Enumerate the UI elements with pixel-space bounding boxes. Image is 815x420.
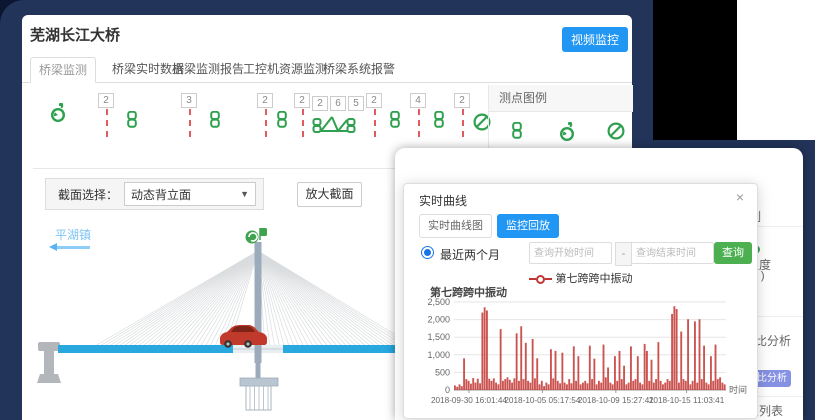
blackout-region [653,0,737,140]
dialog-tab-playback[interactable]: 监控回放 [497,214,559,238]
legend-icons [489,112,633,152]
temperature-count: ( 9 ) [757,270,765,282]
sensor-point[interactable]: 2 [295,93,309,143]
svg-text:2018-09-30 16:01:44: 2018-09-30 16:01:44 [431,396,507,405]
sensor-dashed-line [302,109,304,137]
sensor-count-badge: 6 [330,96,346,111]
query-end-time-input[interactable] [631,242,714,264]
chain-sensor-icon[interactable] [126,111,138,128]
svg-text:1,500: 1,500 [427,332,450,342]
chain-link-icon [511,122,523,139]
video-monitor-button[interactable]: 视频监控 [562,27,628,52]
tab-system-alarm[interactable]: 桥梁系统报警 [323,57,395,81]
chain-sensor-icon[interactable] [276,111,288,128]
sensor-dashed-line [462,109,464,137]
query-row: 最近两个月 - 查询 [419,242,744,266]
search-button[interactable]: 查询 [714,242,752,264]
vibration-chart: 0 500 1,000 1,500 2,000 2,500 2018-09-30 16:01… [418,296,748,414]
chain-link-icon [276,111,288,128]
realtime-curve-dialog: 实时曲线 × 实时曲线图 监控回放 最近两个月 - 查询 第七跨跨中振动 第七跨… [403,183,758,419]
chevron-down-icon: ▼ [240,189,249,199]
section-select-value: 动态背立面 [131,186,191,203]
tab-ipc-resource[interactable]: 工控机资源监测 [243,57,327,81]
ban-icon [607,122,625,140]
screen: 芜湖长江大桥 桥梁监测 桥梁实时数据 桥梁监测报告 工控机资源监测 桥梁系统报警… [0,0,815,420]
sensor-count-badge: 2 [294,93,310,108]
secondary-window: 例 温度 ( 9 ) 对比分析 对比分析 点列表 实时曲线 × 实时曲线图 监控… [395,148,803,420]
sensor-dashed-line [418,109,420,137]
section-select-dropdown[interactable]: 动态背立面 ▼ [124,182,256,206]
ban-legend-icon [607,122,625,140]
svg-text:2,500: 2,500 [427,297,450,307]
svg-text:1,000: 1,000 [427,350,450,360]
sensor-point[interactable]: 2 [367,93,381,143]
timer-icon [559,122,575,142]
recent-two-months-label: 最近两个月 [440,246,500,263]
chart-legend-label: 第七跨跨中振动 [556,273,633,285]
sensor-point[interactable]: 2 [455,93,469,143]
sensor-count-badge: 5 [348,96,364,111]
svg-text:2018-10-15 11:03:41: 2018-10-15 11:03:41 [649,396,725,405]
recent-two-months-radio[interactable] [421,246,434,259]
chain-legend-icon [511,122,523,139]
tab-bridge-monitor[interactable]: 桥梁监测 [30,57,96,83]
sensor-count-badge: 2 [312,96,328,111]
chain-link-icon [433,111,445,128]
svg-text:500: 500 [435,367,450,377]
page-title: 芜湖长江大桥 [30,24,120,45]
svg-text:2018-10-05 05:17:54: 2018-10-05 05:17:54 [504,396,580,405]
timer-sensor-icon[interactable] [50,103,66,123]
point-list-label: 点列表 [757,402,783,419]
close-icon[interactable]: × [736,189,744,205]
tab-monitor-report[interactable]: 桥梁监测报告 [172,57,244,81]
legend-panel-title: 测点图例 [489,85,633,112]
query-start-time-input[interactable] [529,242,612,264]
svg-text:2018-10-09 15:27:41: 2018-10-09 15:27:41 [578,396,654,405]
sensor-point[interactable]: 4 [411,93,425,143]
sensor-count-badge: 3 [181,93,197,108]
chain-sensor-icon[interactable] [389,111,401,128]
sensor-point[interactable]: 3 [182,93,196,143]
svg-text:2,000: 2,000 [427,315,450,325]
date-range-separator: - [615,242,632,266]
right-panel-sliver: 例 温度 ( 9 ) 对比分析 对比分析 点列表 [757,148,803,420]
main-tabbar: 桥梁监测 桥梁实时数据 桥梁监测报告 工控机资源监测 桥梁系统报警 视频监控 [22,57,632,83]
sensor-row: 2322265242 [22,85,488,150]
sensor-dashed-line [374,109,376,137]
compare-analysis-label: 对比分析 [757,332,791,349]
sensor-dashed-line [189,109,191,137]
compare-analysis-button[interactable]: 对比分析 [757,370,791,387]
dialog-tab-realtime-curve[interactable]: 实时曲线图 [419,214,492,238]
chain-link-icon [209,111,221,128]
dialog-title: 实时曲线 [419,192,467,209]
dialog-tabbar: 实时曲线图 监控回放 [419,214,559,238]
chain-link-icon [389,111,401,128]
timer-icon [50,103,66,123]
chain-sensor-icon[interactable] [433,111,445,128]
timer-legend-icon [559,122,575,142]
section-select-label: 截面选择： [58,186,118,203]
legend-marker-icon [529,273,552,285]
sensor-dashed-line [106,109,108,137]
chain-sensor-icon[interactable] [209,111,221,128]
background-window-fragment [737,0,815,140]
sensor-count-badge: 4 [410,93,426,108]
chain-link-icon [126,111,138,128]
sensor-count-badge: 2 [98,93,114,108]
sensor-point[interactable]: 2 [99,93,113,143]
enlarge-section-button[interactable]: 放大截面 [297,182,362,207]
sensor-count-badge: 2 [257,93,273,108]
section-select-bar: 截面选择： 动态背立面 ▼ [45,178,264,210]
sensor-dashed-line [265,109,267,137]
sensor-point[interactable]: 2 [258,93,272,143]
sensor-count-badge: 2 [454,93,470,108]
sensor-count-badge: 2 [366,93,382,108]
chain-cluster-icon [312,115,356,135]
svg-text:0: 0 [445,385,450,395]
sensor-cluster[interactable]: 265 [312,93,360,135]
svg-text:时间: 时间 [729,384,747,395]
